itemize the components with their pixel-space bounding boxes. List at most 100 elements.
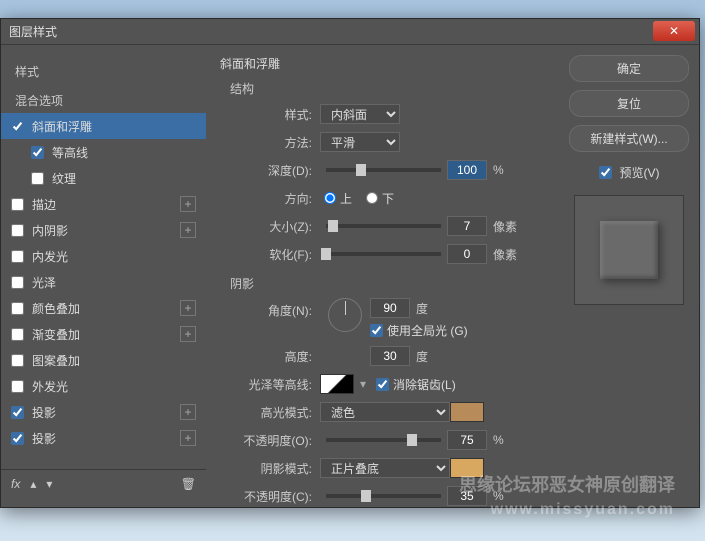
style-item-7[interactable]: 颜色叠加+	[1, 295, 206, 321]
direction-up-radio[interactable]	[324, 192, 336, 204]
shadow-opacity-slider[interactable]	[326, 494, 441, 498]
styles-footer: fx ▴ ▾ 🗑	[1, 469, 206, 497]
shadow-opacity-unit: %	[493, 489, 504, 503]
add-effect-icon[interactable]: +	[180, 430, 196, 446]
style-checkbox[interactable]	[31, 172, 44, 185]
size-unit: 像素	[493, 218, 517, 235]
style-checkbox[interactable]	[11, 328, 24, 341]
altitude-unit: 度	[416, 348, 428, 365]
fx-menu[interactable]: fx	[11, 477, 20, 491]
add-effect-icon[interactable]: +	[180, 300, 196, 316]
add-effect-icon[interactable]: +	[180, 222, 196, 238]
highlight-mode-select[interactable]: 滤色	[320, 402, 450, 422]
style-label: 投影	[32, 404, 56, 421]
highlight-opacity-slider[interactable]	[326, 438, 441, 442]
highlight-opacity-input[interactable]	[447, 430, 487, 450]
size-input[interactable]	[447, 216, 487, 236]
antialias-checkbox[interactable]	[376, 378, 389, 391]
soften-label: 软化(F):	[230, 246, 320, 263]
add-effect-icon[interactable]: +	[180, 326, 196, 342]
size-label: 大小(Z):	[230, 218, 320, 235]
soften-slider[interactable]	[326, 252, 441, 256]
arrow-up-icon[interactable]: ▴	[30, 477, 36, 491]
style-item-2[interactable]: 纹理	[1, 165, 206, 191]
preview-toggle[interactable]: 预览(V)	[599, 164, 660, 181]
depth-input[interactable]	[447, 160, 487, 180]
style-item-12[interactable]: 投影+	[1, 425, 206, 451]
style-checkbox[interactable]	[11, 250, 24, 263]
style-item-5[interactable]: 内发光	[1, 243, 206, 269]
highlight-mode-label: 高光模式:	[230, 404, 320, 421]
style-item-9[interactable]: 图案叠加	[1, 347, 206, 373]
angle-dial[interactable]	[328, 298, 362, 332]
technique-select[interactable]: 平滑	[320, 132, 400, 152]
direction-up-label: 上	[340, 190, 352, 207]
styles-heading[interactable]: 样式	[1, 55, 206, 84]
chevron-down-icon[interactable]: ▾	[360, 377, 366, 391]
gloss-label: 光泽等高线:	[230, 376, 320, 393]
gloss-contour-picker[interactable]	[320, 374, 354, 394]
shadow-mode-select[interactable]: 正片叠底	[320, 458, 450, 478]
add-effect-icon[interactable]: +	[180, 196, 196, 212]
blend-options[interactable]: 混合选项	[1, 84, 206, 113]
depth-label: 深度(D):	[230, 162, 320, 179]
depth-slider[interactable]	[326, 168, 441, 172]
structure-title: 结构	[230, 80, 545, 97]
ok-button[interactable]: 确定	[569, 55, 689, 82]
style-label: 内发光	[32, 248, 68, 265]
style-checkbox[interactable]	[11, 198, 24, 211]
angle-label: 角度(N):	[230, 298, 320, 319]
style-checkbox[interactable]	[11, 224, 24, 237]
style-label: 等高线	[52, 144, 88, 161]
altitude-input[interactable]	[370, 346, 410, 366]
preview-checkbox[interactable]	[599, 166, 612, 179]
titlebar[interactable]: 图层样式 ✕	[1, 19, 699, 45]
shadow-mode-label: 阴影模式:	[230, 460, 320, 477]
style-checkbox[interactable]	[11, 276, 24, 289]
direction-down-radio[interactable]	[366, 192, 378, 204]
style-label: 纹理	[52, 170, 76, 187]
bevel-title: 斜面和浮雕	[220, 55, 545, 72]
style-item-11[interactable]: 投影 +	[1, 399, 206, 425]
close-button[interactable]: ✕	[653, 21, 695, 41]
style-label: 内阴影	[32, 222, 68, 239]
style-item-0[interactable]: 斜面和浮雕	[1, 113, 206, 139]
preview-swatch	[600, 221, 658, 279]
arrow-down-icon[interactable]: ▾	[46, 477, 52, 491]
direction-down-label: 下	[382, 190, 394, 207]
style-item-3[interactable]: 描边 +	[1, 191, 206, 217]
style-checkbox[interactable]	[11, 380, 24, 393]
style-label: 图案叠加	[32, 352, 80, 369]
shadow-color-swatch[interactable]	[450, 458, 484, 478]
global-light-label: 使用全局光 (G)	[387, 322, 468, 339]
style-item-8[interactable]: 渐变叠加 +	[1, 321, 206, 347]
shadow-opacity-input[interactable]	[447, 486, 487, 506]
style-checkbox[interactable]	[11, 354, 24, 367]
style-checkbox[interactable]	[31, 146, 44, 159]
new-style-button[interactable]: 新建样式(W)...	[569, 125, 689, 152]
soften-input[interactable]	[447, 244, 487, 264]
style-item-4[interactable]: 内阴影 +	[1, 217, 206, 243]
antialias-label: 消除锯齿(L)	[393, 376, 456, 393]
global-light-checkbox[interactable]	[370, 324, 383, 337]
altitude-label: 高度:	[230, 348, 320, 365]
highlight-color-swatch[interactable]	[450, 402, 484, 422]
style-checkbox[interactable]	[11, 432, 24, 445]
actions-panel: 确定 复位 新建样式(W)... 预览(V)	[559, 45, 699, 507]
style-item-1[interactable]: 等高线	[1, 139, 206, 165]
style-label: 渐变叠加	[32, 326, 80, 343]
preview-box	[574, 195, 684, 305]
style-checkbox[interactable]	[11, 406, 24, 419]
size-slider[interactable]	[326, 224, 441, 228]
trash-icon[interactable]: 🗑	[181, 477, 196, 491]
style-select[interactable]: 内斜面	[320, 104, 400, 124]
style-checkbox[interactable]	[11, 302, 24, 315]
preview-label: 预览(V)	[620, 164, 660, 181]
style-item-6[interactable]: 光泽	[1, 269, 206, 295]
style-checkbox[interactable]	[11, 120, 24, 133]
angle-input[interactable]	[370, 298, 410, 318]
cancel-button[interactable]: 复位	[569, 90, 689, 117]
style-item-10[interactable]: 外发光	[1, 373, 206, 399]
add-effect-icon[interactable]: +	[180, 404, 196, 420]
style-label: 描边	[32, 196, 56, 213]
